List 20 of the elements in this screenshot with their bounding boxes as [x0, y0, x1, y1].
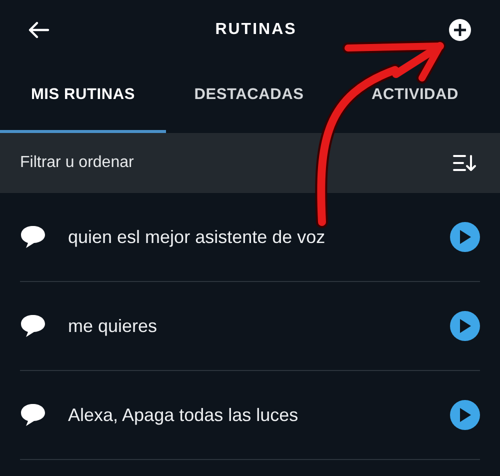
- play-icon: [459, 319, 471, 333]
- speech-bubble-icon: [20, 314, 46, 338]
- play-icon: [459, 408, 471, 422]
- page-title: RUTINAS: [215, 20, 297, 40]
- play-button[interactable]: [450, 222, 480, 252]
- add-icon[interactable]: [448, 18, 472, 42]
- routine-name[interactable]: me quieres: [68, 312, 450, 340]
- sort-icon[interactable]: [452, 153, 478, 173]
- back-arrow-icon[interactable]: [28, 21, 50, 39]
- routine-name[interactable]: quien esl mejor asistente de voz: [68, 224, 450, 250]
- play-icon: [459, 230, 471, 244]
- speech-bubble-icon: [20, 225, 46, 249]
- tab[interactable]: DESTACADAS: [166, 60, 332, 133]
- tab[interactable]: ACTIVIDAD: [332, 60, 498, 133]
- routine-name[interactable]: Alexa, Apaga todas las luces: [68, 402, 450, 428]
- filter-label: Filtrar u ordenar: [20, 153, 134, 173]
- play-button[interactable]: [450, 311, 480, 341]
- speech-bubble-icon: [20, 403, 46, 427]
- play-button[interactable]: [450, 400, 480, 430]
- filter-bar[interactable]: Filtrar u ordenar: [0, 133, 500, 193]
